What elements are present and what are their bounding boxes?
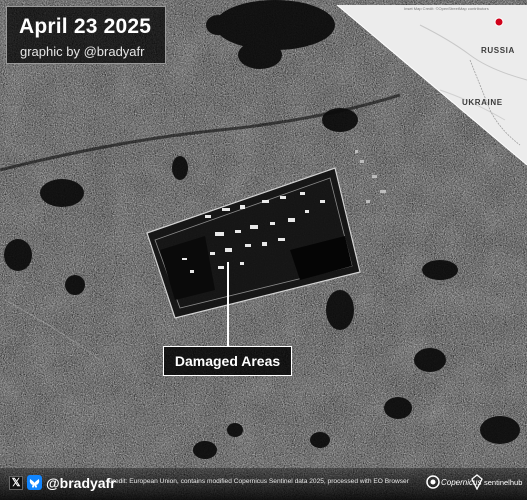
data-credit: Credit: European Union, contains modifie… [108, 478, 409, 485]
annotation-label: Damaged Areas [174, 353, 281, 369]
inset-map-attribution: Inset Map Credit: ©OpenStreetMap contrib… [404, 6, 489, 11]
graphic-credit: graphic by @bradyafr [20, 44, 145, 59]
sentinelhub-logo-text: sentinelhub [484, 478, 523, 487]
copernicus-logo-icon [425, 474, 441, 490]
sar-satellite-image [0, 0, 527, 500]
author-handle: @bradyafr [46, 475, 116, 491]
title-box: April 23 2025 graphic by @bradyafr [6, 6, 166, 64]
image-date: April 23 2025 [19, 15, 152, 38]
map-label-russia: RUSSIA [481, 46, 515, 55]
annotation-leader-line [227, 262, 229, 346]
x-logo-icon: 𝕏 [9, 476, 23, 490]
sentinelhub-logo-icon [470, 474, 484, 491]
location-marker-icon [494, 17, 504, 27]
map-label-ukraine: UKRAINE [462, 98, 503, 107]
annotation-box: Damaged Areas [163, 346, 292, 376]
bluesky-logo-icon [27, 475, 42, 490]
